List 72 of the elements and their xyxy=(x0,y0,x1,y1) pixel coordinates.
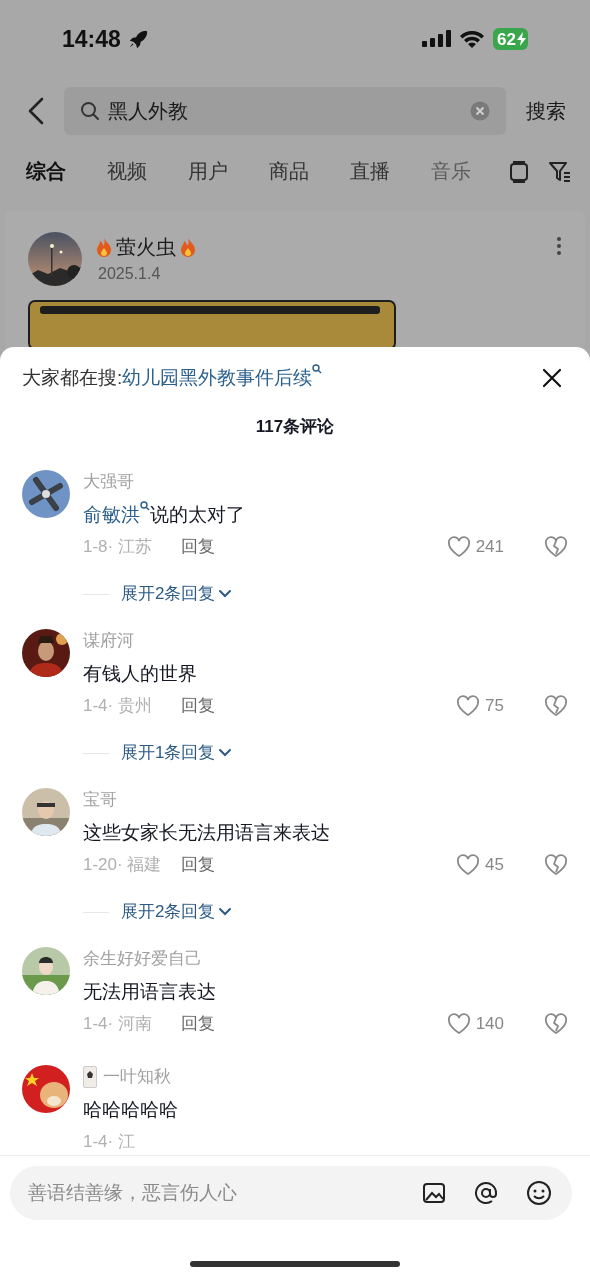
comment-meta: 1-4· 河南 xyxy=(83,1013,153,1036)
comment-meta: 1-20· 福建 xyxy=(83,854,163,877)
comment-text: 说的太对了 xyxy=(150,502,245,527)
comment-meta: 1-4· 贵州 xyxy=(83,695,153,718)
reply-button[interactable]: 回复 xyxy=(181,693,215,719)
author-name[interactable]: 萤火虫 xyxy=(116,232,176,262)
tab[interactable]: 直播 xyxy=(350,156,390,186)
charging-icon xyxy=(517,32,526,46)
clear-icon[interactable] xyxy=(470,101,490,121)
close-icon[interactable] xyxy=(542,368,562,388)
like-button[interactable]: 75 xyxy=(456,693,504,719)
tab[interactable]: 商品 xyxy=(269,156,309,186)
broken-heart-icon[interactable] xyxy=(544,1013,568,1035)
like-count: 75 xyxy=(485,695,504,718)
status-time: 14:48 xyxy=(62,24,121,54)
user-name[interactable]: 宝哥 xyxy=(83,787,117,813)
suggestion-link[interactable]: 幼儿园黑外教事件后续 xyxy=(122,363,323,393)
broken-heart-icon[interactable] xyxy=(544,536,568,558)
search-icon xyxy=(140,500,150,511)
like-count: 45 xyxy=(485,854,504,877)
heart-icon xyxy=(456,854,481,876)
comment-count: 117条评论 xyxy=(254,416,336,439)
reply-button[interactable]: 回复 xyxy=(181,534,215,560)
comment-text: 哈哈哈哈哈 xyxy=(83,1097,178,1122)
broken-heart-icon[interactable] xyxy=(544,854,568,876)
post-date: 2025.1.4 xyxy=(98,264,162,284)
signal-icon xyxy=(421,29,452,49)
layout-icon[interactable] xyxy=(508,160,530,184)
flame-icon xyxy=(178,236,198,258)
image-icon[interactable] xyxy=(422,1181,446,1205)
comment-input[interactable]: 善语结善缘，恶言伤人心 xyxy=(10,1166,572,1220)
input-placeholder: 善语结善缘，恶言伤人心 xyxy=(28,1180,238,1205)
tab[interactable]: 综合 xyxy=(26,156,66,186)
like-button[interactable]: 140 xyxy=(446,1011,504,1037)
tab[interactable]: 音乐 xyxy=(431,156,471,186)
emoji-icon[interactable] xyxy=(526,1180,552,1206)
comment-text: 这些女家长无法用语言来表达 xyxy=(83,820,330,845)
expand-replies-link[interactable]: 展开2条回复 xyxy=(121,899,233,925)
comment-text: 无法用语言表达 xyxy=(83,979,216,1004)
battery-percent: 62 xyxy=(497,30,516,48)
search-query: 黑人外教 xyxy=(108,99,189,124)
chevron-down-icon xyxy=(218,907,233,917)
heart-icon xyxy=(456,695,481,717)
at-sign-icon[interactable] xyxy=(474,1181,498,1205)
search-link[interactable]: 俞敏洪 xyxy=(83,500,150,530)
like-button[interactable]: 45 xyxy=(456,852,504,878)
comment-meta: 1-8· 江苏 xyxy=(83,536,153,559)
search-icon xyxy=(312,363,323,374)
broken-heart-icon[interactable] xyxy=(544,695,568,717)
reply-button[interactable]: 回复 xyxy=(181,1011,215,1037)
search-icon xyxy=(80,101,100,121)
heart-icon xyxy=(446,536,471,558)
expand-replies-link[interactable]: 展开1条回复 xyxy=(121,740,233,766)
search-field[interactable]: 黑人外教 xyxy=(64,87,506,135)
search-button[interactable]: 搜索 xyxy=(520,96,566,126)
chevron-down-icon xyxy=(218,589,233,599)
like-count: 140 xyxy=(475,1013,504,1036)
flame-icon xyxy=(94,236,114,258)
suggestion-label: 大家都在搜: xyxy=(22,365,123,390)
filter-icon[interactable] xyxy=(548,160,572,184)
heart-icon xyxy=(446,1013,471,1035)
comment-text: 有钱人的世界 xyxy=(83,661,197,686)
reply-button[interactable]: 回复 xyxy=(181,852,215,878)
wifi-icon xyxy=(459,29,486,49)
more-icon[interactable] xyxy=(556,236,562,256)
chevron-down-icon xyxy=(218,748,233,758)
tab[interactable]: 视频 xyxy=(107,156,147,186)
tab[interactable]: 用户 xyxy=(188,156,228,186)
comment-meta: 1-4· 江 xyxy=(83,1131,136,1154)
like-count: 241 xyxy=(475,536,504,559)
expand-replies-link[interactable]: 展开2条回复 xyxy=(121,581,233,607)
like-button[interactable]: 241 xyxy=(446,534,504,560)
